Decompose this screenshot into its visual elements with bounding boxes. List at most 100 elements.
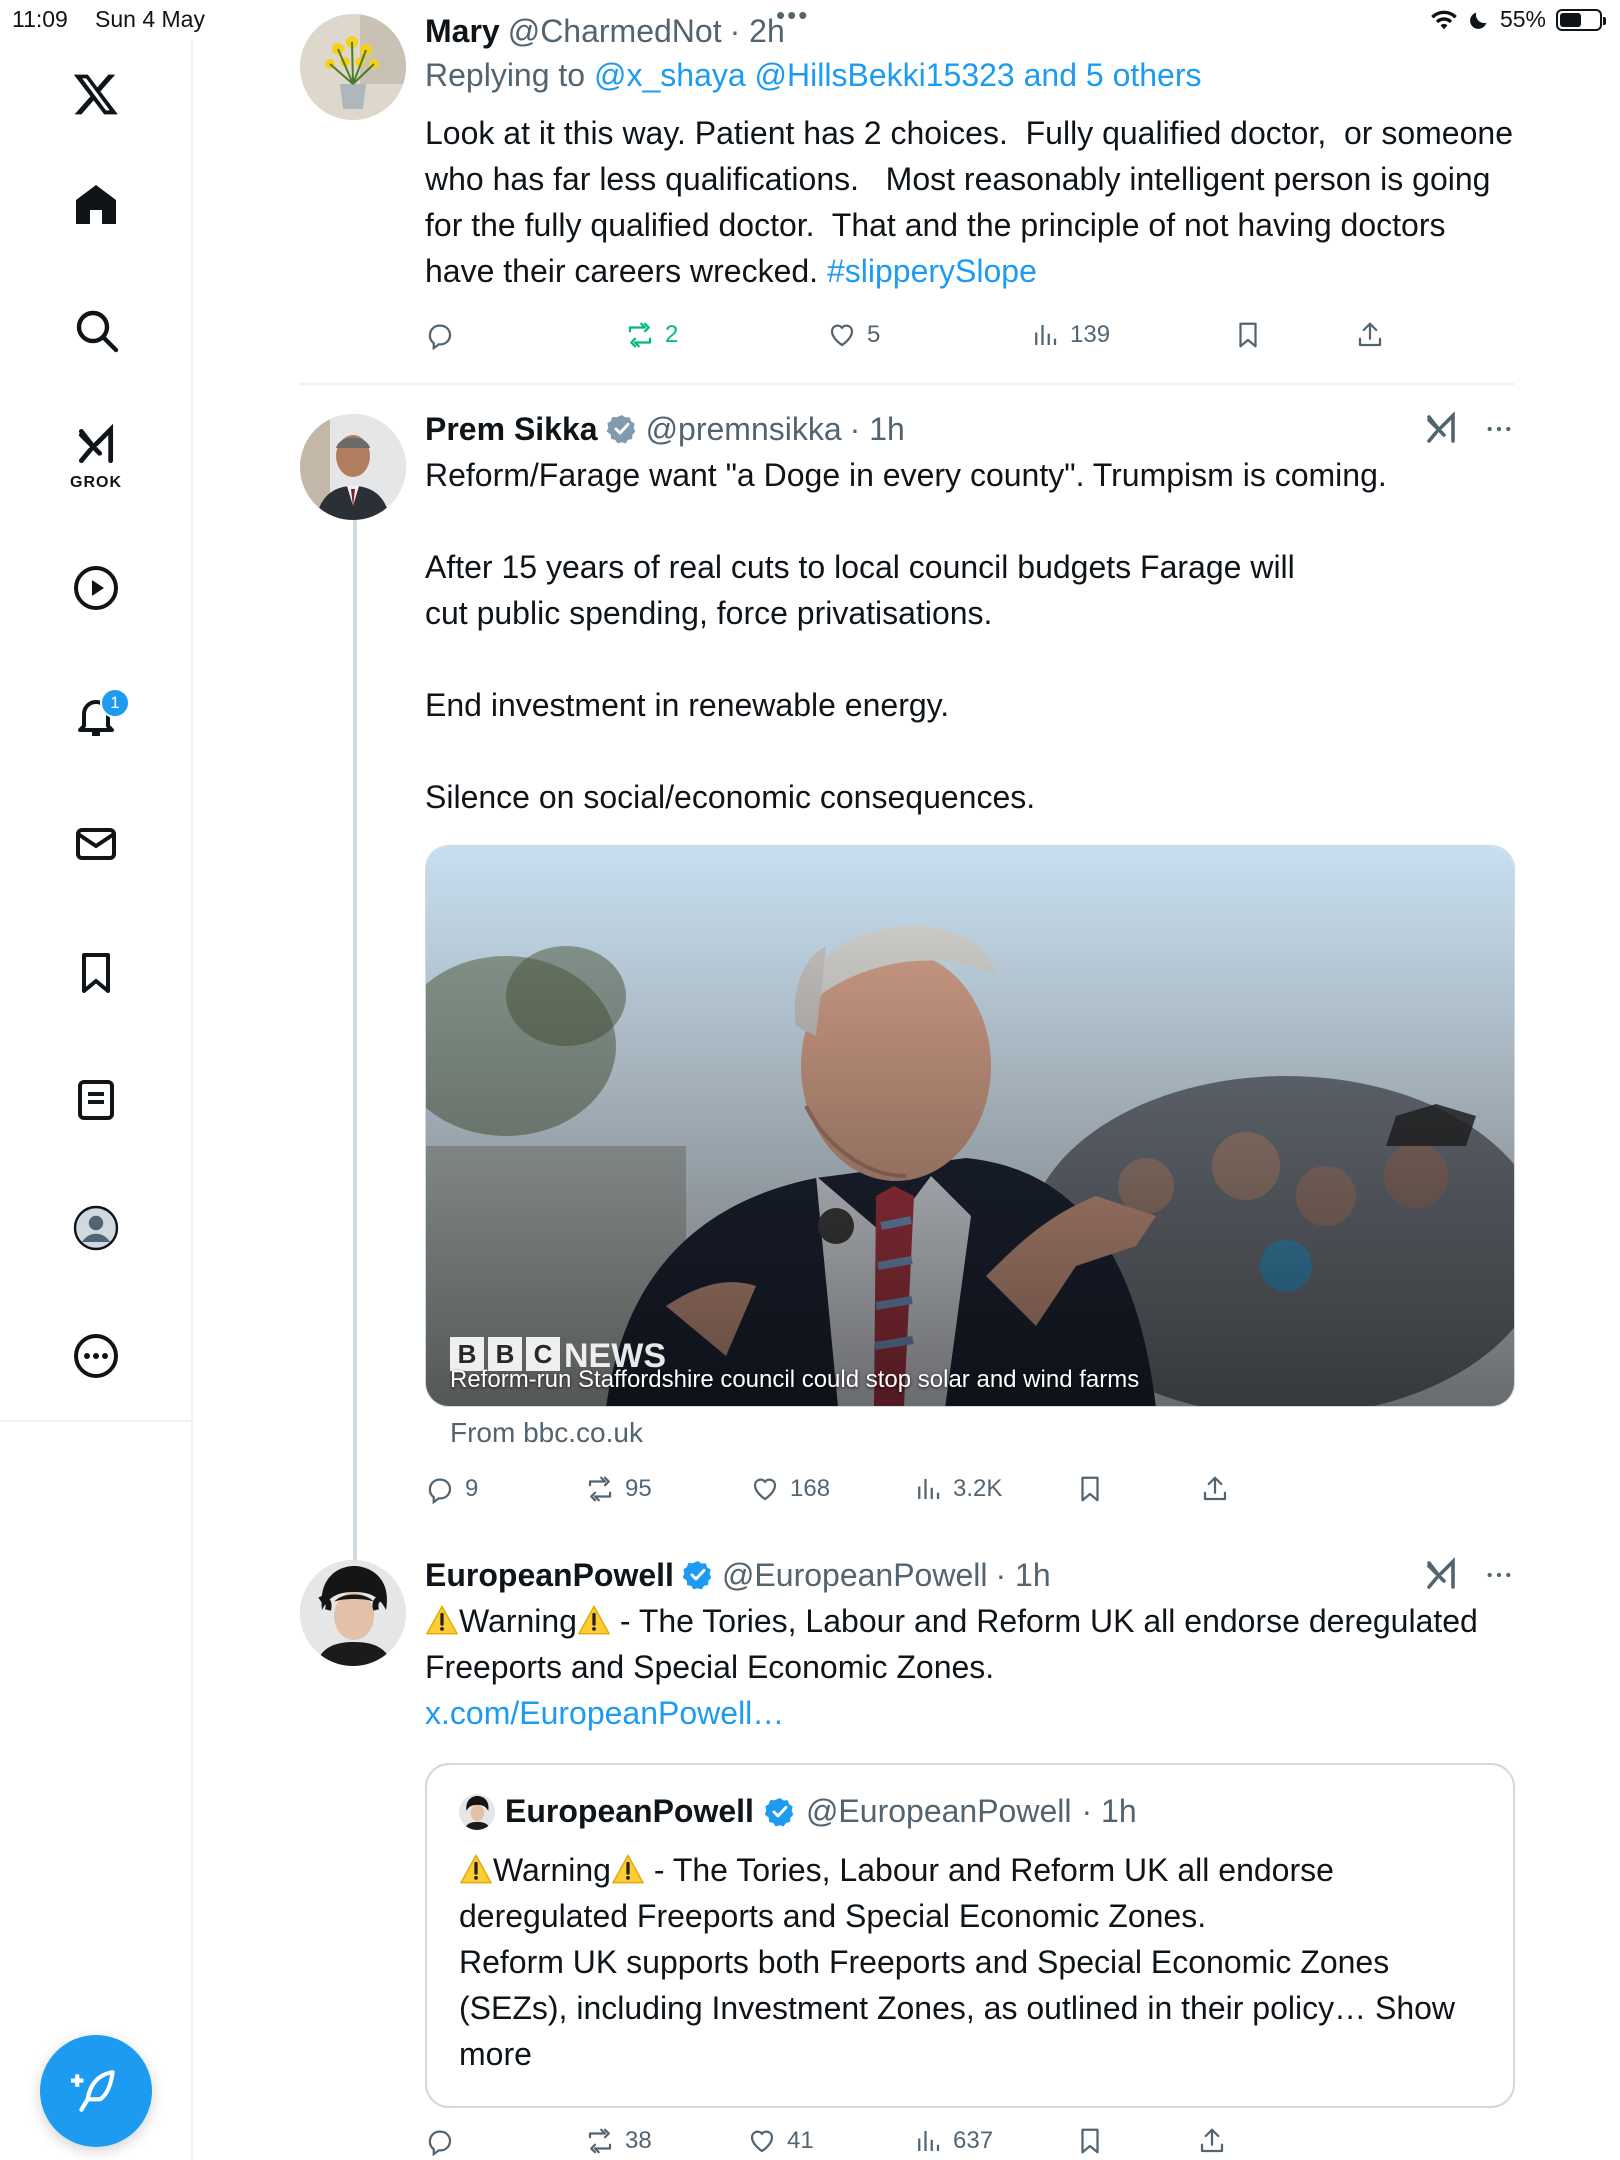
bookmark-button[interactable] <box>1075 1474 1105 1504</box>
tweet-header: EuropeanPowell @EuropeanPowell · 1h <box>425 1554 1515 1596</box>
sidebar: GROK 1 <box>0 40 193 2160</box>
verified-badge-icon <box>682 1559 714 1591</box>
compose-post-button[interactable] <box>40 2035 152 2147</box>
warning-emoji-icon <box>459 1854 493 1884</box>
like-button[interactable]: 41 <box>747 2126 814 2156</box>
reply-button[interactable] <box>425 320 465 350</box>
grok-explain-icon[interactable] <box>1423 411 1459 447</box>
notification-badge: 1 <box>100 688 130 718</box>
card-source-link[interactable]: From bbc.co.uk <box>450 1417 643 1449</box>
bookmark-icon <box>1081 2128 1099 2154</box>
tweet-header: Mary @CharmedNot · 2h <box>425 10 1515 52</box>
views-count: 139 <box>1070 321 1111 348</box>
reply-button[interactable] <box>425 2126 465 2156</box>
retweet-count: 95 <box>625 1475 652 1502</box>
grok-explain-icon[interactable] <box>1423 1557 1459 1593</box>
user-handle[interactable]: @EuropeanPowell <box>722 1557 988 1594</box>
tweet-link[interactable]: x.com/EuropeanPowell… <box>425 1695 784 1731</box>
video-play-icon[interactable] <box>56 548 136 628</box>
quoted-tweet-card[interactable]: EuropeanPowell @EuropeanPowell · 1h Warn… <box>425 1763 1515 2108</box>
tweet-text: Warning - The Tories, Labour and Reform … <box>425 1598 1515 1736</box>
quote-header: EuropeanPowell @EuropeanPowell · 1h <box>459 1793 1137 1830</box>
share-icon <box>1358 322 1382 347</box>
profile-avatar-icon[interactable] <box>56 1188 136 1268</box>
warning-word: Warning <box>459 1603 577 1639</box>
verified-badge-icon <box>764 1796 796 1828</box>
replying-to: Replying to @x_shaya @HillsBekki15323 an… <box>425 52 1515 98</box>
like-button[interactable]: 5 <box>827 320 880 350</box>
grok-icon[interactable]: GROK <box>56 416 136 496</box>
heart-icon <box>830 324 854 347</box>
display-name[interactable]: Mary <box>425 13 500 50</box>
like-count: 5 <box>867 321 881 348</box>
tweet-time[interactable]: · 1h <box>850 411 905 448</box>
bookmark-button[interactable] <box>1075 2126 1105 2156</box>
views-chart-icon <box>918 1479 940 1499</box>
retweet-count: 38 <box>625 2127 652 2154</box>
status-date: Sun 4 May <box>95 6 205 32</box>
home-icon[interactable] <box>56 164 136 244</box>
notifications-bell-icon[interactable]: 1 <box>56 676 136 756</box>
farage-news-photo <box>426 846 1514 1406</box>
warning-emoji-icon <box>611 1854 645 1884</box>
retweet-button[interactable]: 38 <box>585 2126 652 2156</box>
heart-icon <box>750 2130 774 2153</box>
lists-icon[interactable] <box>56 1060 136 1140</box>
views-chart-icon <box>1035 325 1057 345</box>
like-button[interactable]: 168 <box>750 1474 830 1504</box>
retweet-button[interactable]: 2 <box>625 320 678 350</box>
hashtag-link[interactable]: #slipperySlope <box>827 253 1037 289</box>
tweet-time[interactable]: · 2h <box>730 13 785 50</box>
views-count: 3.2K <box>953 1475 1003 1502</box>
reply-button[interactable]: 9 <box>425 1474 478 1504</box>
link-card-media[interactable]: BBC NEWS Reform-run Staffordshire counci… <box>425 845 1515 1407</box>
tweet-mary[interactable]: Mary @CharmedNot · 2h Replying to @x_sha… <box>425 10 1515 294</box>
replying-to-users[interactable]: @x_shaya @HillsBekki15323 and 5 others <box>594 57 1202 93</box>
tweet-prem-sikka[interactable]: Prem Sikka @premnsikka · 1h Reform/Farag… <box>425 408 1515 820</box>
user-handle[interactable]: @premnsikka <box>646 411 842 448</box>
messages-envelope-icon[interactable] <box>56 804 136 884</box>
user-handle[interactable]: @CharmedNot <box>508 13 722 50</box>
x-logo-icon[interactable] <box>56 54 136 134</box>
more-options-icon[interactable] <box>56 1316 136 1396</box>
sidebar-divider <box>0 1420 193 1422</box>
retweet-icon <box>588 1476 612 1502</box>
views-button[interactable]: 139 <box>1030 320 1110 350</box>
retweet-icon <box>628 322 652 348</box>
status-time: 11:09 <box>12 6 68 32</box>
heart-icon <box>753 1478 777 1501</box>
tweet-actions: 9 95 168 3.2K <box>425 1472 1515 1506</box>
share-icon <box>1203 1476 1227 1501</box>
bookmark-icon <box>1081 1476 1099 1502</box>
thread-connector-line <box>353 520 357 1560</box>
reply-count: 9 <box>465 1475 479 1502</box>
compose-feather-icon <box>71 2070 115 2112</box>
bookmarks-icon[interactable] <box>56 933 136 1013</box>
search-icon[interactable] <box>56 290 136 370</box>
retweet-button[interactable]: 95 <box>585 1474 652 1504</box>
tweet-european-powell[interactable]: EuropeanPowell @EuropeanPowell · 1h Warn… <box>425 1554 1515 1736</box>
reply-icon <box>428 1478 452 1504</box>
warning-emoji-icon <box>577 1605 611 1635</box>
avatar[interactable] <box>300 414 406 520</box>
tweet-text: Look at it this way. Patient has 2 choic… <box>425 110 1515 294</box>
like-count: 41 <box>787 2127 814 2154</box>
verified-badge-icon <box>606 413 638 445</box>
display-name[interactable]: EuropeanPowell <box>425 1557 674 1594</box>
avatar[interactable] <box>300 1560 406 1666</box>
more-options-icon[interactable] <box>1483 413 1515 445</box>
views-button[interactable]: 637 <box>913 2126 993 2156</box>
tweet-time[interactable]: · 1h <box>995 1557 1050 1594</box>
views-button[interactable]: 3.2K <box>913 1474 1002 1504</box>
tweet-actions: 2 5 139 <box>425 318 1515 352</box>
replying-prefix: Replying to <box>425 57 586 93</box>
display-name[interactable]: Prem Sikka <box>425 411 598 448</box>
bookmark-button[interactable] <box>1233 320 1263 350</box>
more-options-icon[interactable] <box>1483 1559 1515 1591</box>
share-button[interactable] <box>1200 1474 1230 1504</box>
share-button[interactable] <box>1197 2126 1227 2156</box>
quote-display-name: EuropeanPowell <box>505 1793 754 1829</box>
quote-user-handle: @EuropeanPowell <box>805 1793 1072 1829</box>
avatar[interactable] <box>300 14 406 120</box>
share-button[interactable] <box>1355 320 1385 350</box>
